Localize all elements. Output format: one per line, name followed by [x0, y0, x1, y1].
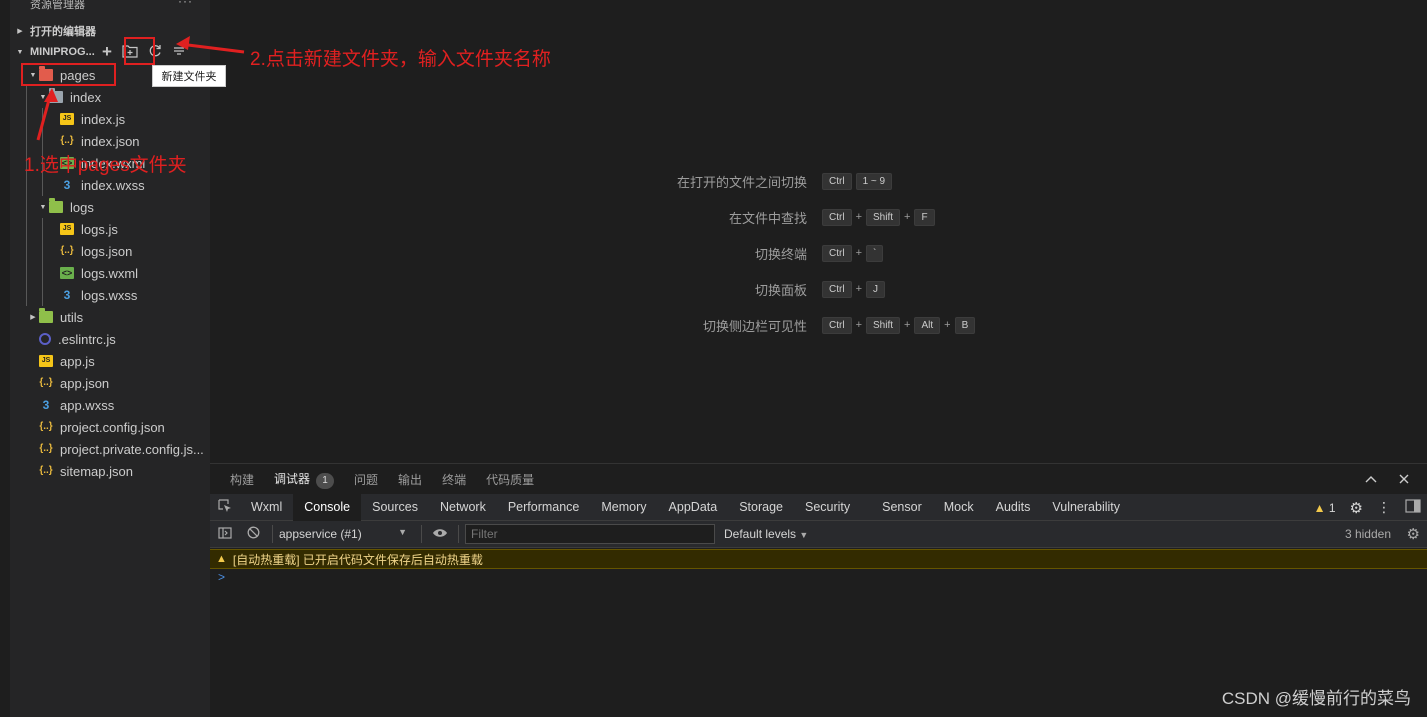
step2-annotation: 2.点击新建文件夹，输入文件夹名称	[250, 49, 551, 70]
arrowhead-new-folder	[176, 36, 190, 50]
step1-annotation: 1.选中pages文件夹	[24, 155, 187, 176]
annotation-arrows	[36, 36, 245, 141]
watermark: CSDN @缓慢前行的菜鸟	[1221, 689, 1411, 708]
arrowhead-pages	[44, 88, 58, 102]
arrow-to-new-folder	[179, 42, 245, 54]
arrow-to-pages	[36, 95, 52, 141]
